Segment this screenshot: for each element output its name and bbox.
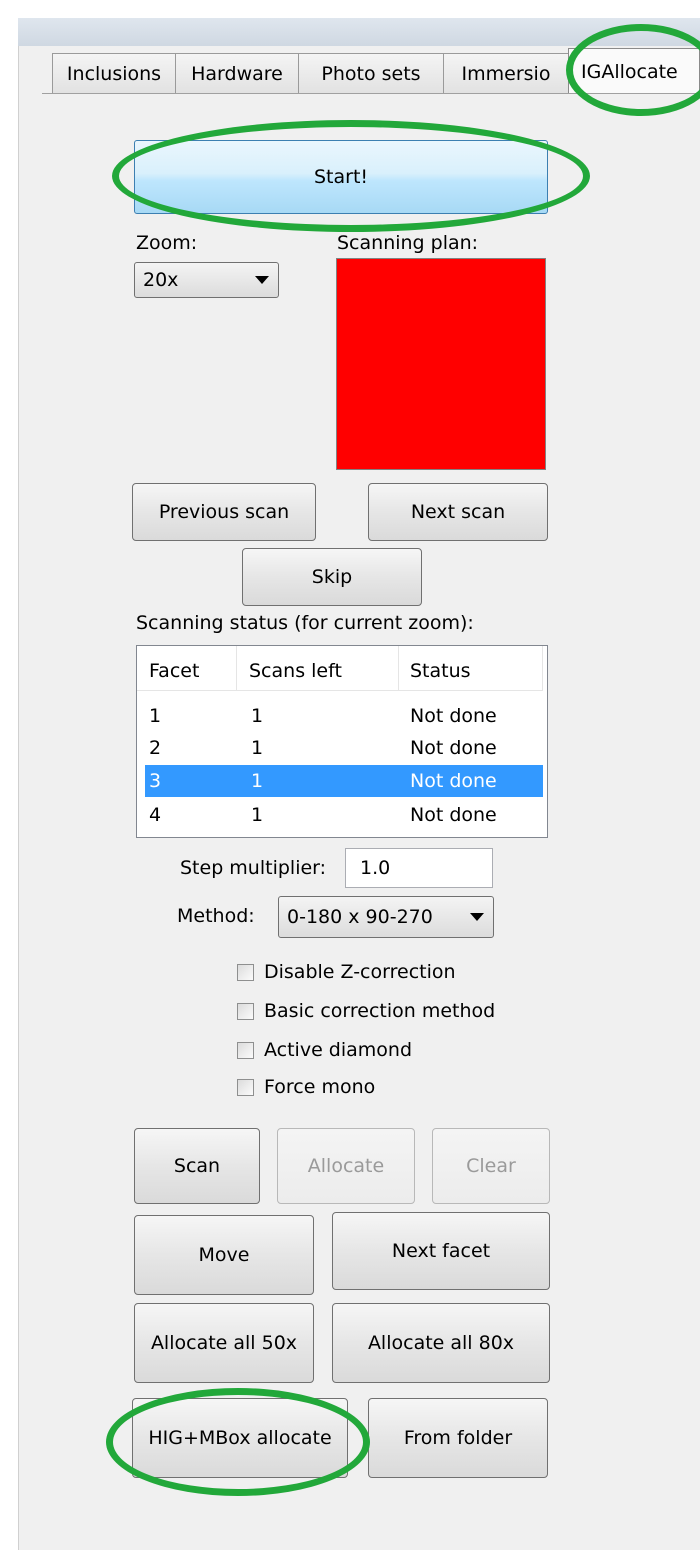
scanning-status-label: Scanning status (for current zoom): [136,612,474,634]
window-title-bar [18,18,700,46]
allocate-button[interactable]: Allocate [277,1128,415,1204]
tab-strip-border [42,93,700,94]
allocate-all-50x-button[interactable]: Allocate all 50x [134,1303,314,1383]
chevron-down-icon [255,276,269,284]
scans-left-cell: 1 [251,770,264,792]
from-folder-button[interactable]: From folder [368,1398,548,1478]
tab-igallocate[interactable]: IGAllocate [568,48,700,94]
start-button[interactable]: Start! [134,140,548,214]
scanning-plan-label: Scanning plan: [337,232,479,254]
zoom-select[interactable]: 20x [134,262,279,298]
column-header-facet[interactable]: Facet [149,660,199,682]
clear-button[interactable]: Clear [432,1128,550,1204]
zoom-select-value: 20x [143,269,179,291]
checkbox-label: Active diamond [264,1039,413,1061]
tab-immersion[interactable]: Immersio [443,53,569,93]
scanning-status-list[interactable]: Facet Scans left Status 1 1 Not done 2 1… [136,645,548,838]
scans-left-cell: 1 [251,804,264,826]
checkbox-box[interactable] [237,1078,254,1096]
checkbox-box[interactable] [237,1002,254,1020]
active-diamond-checkbox[interactable]: Active diamond [237,1039,412,1061]
step-multiplier-input[interactable]: 1.0 [345,848,493,888]
facet-cell: 4 [149,804,162,826]
facet-cell: 3 [149,770,162,792]
facet-cell: 2 [149,737,162,759]
checkbox-label: Disable Z-correction [264,961,456,983]
status-cell: Not done [410,737,497,759]
zoom-label: Zoom: [136,232,198,254]
allocate-all-80x-button[interactable]: Allocate all 80x [332,1303,550,1383]
scans-left-cell: 1 [251,705,264,727]
method-label: Method: [177,905,255,927]
tab-hardware[interactable]: Hardware [175,53,299,93]
list-item-selected[interactable]: 3 1 Not done [145,765,543,797]
list-item[interactable]: 4 1 Not done [145,799,543,831]
column-header-status[interactable]: Status [410,660,471,682]
scan-button[interactable]: Scan [134,1128,260,1204]
previous-scan-button[interactable]: Previous scan [132,483,316,541]
method-select[interactable]: 0-180 x 90-270 [278,896,494,938]
force-mono-checkbox[interactable]: Force mono [237,1076,375,1098]
disable-z-correction-checkbox[interactable]: Disable Z-correction [237,961,456,983]
column-header-scans-left[interactable]: Scans left [249,660,342,682]
status-cell: Not done [410,804,497,826]
checkbox-box[interactable] [237,1041,254,1059]
scans-left-cell: 1 [251,737,264,759]
next-scan-button[interactable]: Next scan [368,483,548,541]
facet-cell: 1 [149,705,162,727]
method-select-value: 0-180 x 90-270 [287,906,433,928]
status-cell: Not done [410,705,497,727]
list-header: Facet Scans left Status [137,646,543,691]
checkbox-box[interactable] [237,963,254,981]
skip-button[interactable]: Skip [242,548,422,606]
chevron-down-icon [470,913,484,921]
tab-inclusions[interactable]: Inclusions [52,53,176,93]
status-cell: Not done [410,770,497,792]
next-facet-button[interactable]: Next facet [332,1212,550,1290]
step-multiplier-label: Step multiplier: [180,857,327,879]
move-button[interactable]: Move [134,1215,314,1295]
basic-correction-method-checkbox[interactable]: Basic correction method [237,1000,495,1022]
tab-photo-sets[interactable]: Photo sets [298,53,444,93]
list-item[interactable]: 2 1 Not done [145,732,543,764]
hig-mbox-allocate-button[interactable]: HIG+MBox allocate [132,1398,348,1478]
checkbox-label: Basic correction method [264,1000,496,1022]
list-item[interactable]: 1 1 Not done [145,700,543,732]
checkbox-label: Force mono [264,1076,376,1098]
scanning-plan-preview [336,258,546,470]
